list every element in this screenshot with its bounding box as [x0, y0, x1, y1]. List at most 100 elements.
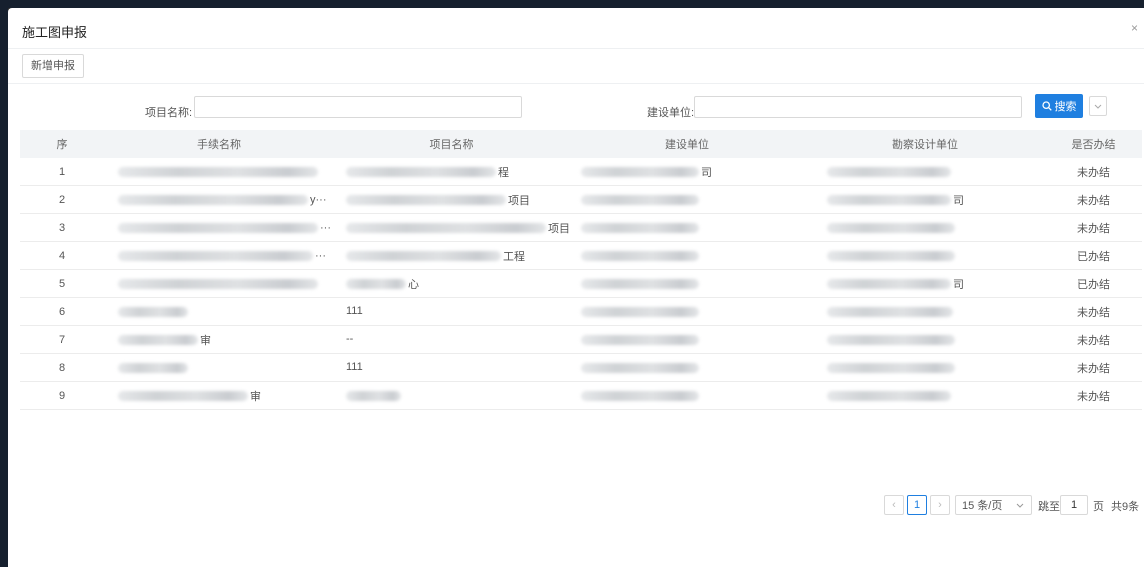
redacted-text: [581, 166, 699, 177]
status-cell: 未办结: [1045, 185, 1142, 214]
redacted-text: [346, 390, 401, 401]
redacted-text: [581, 306, 699, 317]
page-1-button[interactable]: 1: [907, 495, 927, 515]
procedure-cell: ···: [104, 241, 334, 270]
project-cell: 心: [334, 269, 569, 298]
redacted-text: [827, 250, 955, 261]
redacted-text: [581, 250, 699, 261]
design-unit-cell: 司: [805, 269, 1045, 298]
project-cell: 111: [334, 297, 569, 326]
table-row[interactable]: 3 ··· 项目 未办结: [20, 213, 1142, 242]
design-unit-cell: [805, 158, 1045, 186]
add-declaration-button[interactable]: 新增申报: [22, 54, 84, 78]
unit-cell: [569, 297, 805, 326]
procedure-cell: 审: [104, 381, 334, 410]
declaration-modal: 施工图申报 × 新增申报 项目名称: 建设单位: 搜索 序 手续名称 项目名称 …: [8, 8, 1144, 567]
search-form: 项目名称: 建设单位: 搜索: [8, 83, 1144, 133]
unit-cell: [569, 353, 805, 382]
window-frame-top: [0, 0, 1144, 8]
table-row[interactable]: 1 程 司 未办结: [20, 158, 1142, 186]
status-cell: 已办结: [1045, 241, 1142, 270]
seq-cell: 6: [20, 297, 104, 326]
redacted-text: [346, 166, 496, 177]
redacted-text: [827, 362, 955, 373]
project-cell: 项目: [334, 213, 569, 242]
modal-header: 施工图申报 ×: [8, 8, 1144, 49]
redacted-text: [118, 334, 198, 345]
project-cell: [334, 381, 569, 410]
redacted-text: [581, 390, 699, 401]
procedure-cell: ···: [104, 213, 334, 242]
status-cell: 未办结: [1045, 325, 1142, 354]
total-count: 共9条: [1111, 501, 1140, 513]
table-row[interactable]: 4 ··· 工程 已办结: [20, 241, 1142, 270]
project-name-text: --: [346, 333, 354, 346]
project-name-input[interactable]: [194, 96, 522, 118]
expand-search-button[interactable]: [1089, 96, 1107, 116]
close-icon[interactable]: ×: [1131, 22, 1138, 34]
redacted-text: [581, 194, 699, 205]
status-cell: 未办结: [1045, 297, 1142, 326]
column-header-seq: 序: [20, 130, 104, 158]
page-unit-label: 页: [1093, 501, 1104, 513]
goto-label: 跳至: [1038, 501, 1060, 513]
project-cell: 程: [334, 158, 569, 186]
status-cell: 未办结: [1045, 213, 1142, 242]
table-row[interactable]: 8 111 未办结: [20, 353, 1142, 382]
redacted-text: [118, 194, 308, 205]
prev-page-button[interactable]: ‹: [884, 495, 904, 515]
declaration-table: 序 手续名称 项目名称 建设单位 勘察设计单位 是否办结 1 程 司 未办结 2…: [20, 130, 1142, 410]
design-unit-cell: [805, 325, 1045, 354]
chevron-down-icon: [1016, 503, 1024, 508]
procedure-cell: [104, 158, 334, 186]
redacted-text: [118, 390, 248, 401]
project-cell: 111: [334, 353, 569, 382]
table-row[interactable]: 7 审 -- 未办结: [20, 325, 1142, 354]
redacted-text: [827, 166, 951, 177]
unit-cell: 司: [569, 158, 805, 186]
unit-cell: [569, 241, 805, 270]
chevron-down-icon: [1094, 104, 1102, 109]
unit-cell: [569, 213, 805, 242]
status-cell: 未办结: [1045, 353, 1142, 382]
search-icon: [1041, 101, 1052, 111]
pagination: ‹ 1 › 15 条/页 跳至 页 共9条: [8, 495, 1144, 515]
procedure-cell: [104, 353, 334, 382]
status-cell: 已办结: [1045, 269, 1142, 298]
project-cell: --: [334, 325, 569, 354]
table-row[interactable]: 6 111 未办结: [20, 297, 1142, 326]
redacted-text: [581, 278, 699, 289]
seq-cell: 9: [20, 381, 104, 410]
seq-cell: 3: [20, 213, 104, 242]
redacted-text: [118, 306, 188, 317]
column-header-design-unit: 勘察设计单位: [805, 130, 1045, 158]
redacted-text: [827, 306, 953, 317]
table-row[interactable]: 9 审 未办结: [20, 381, 1142, 410]
redacted-text: [346, 222, 546, 233]
redacted-text: [118, 362, 188, 373]
seq-cell: 7: [20, 325, 104, 354]
seq-cell: 8: [20, 353, 104, 382]
project-cell: 项目: [334, 185, 569, 214]
modal-title: 施工图申报: [22, 25, 88, 40]
goto-page-input[interactable]: [1060, 495, 1088, 515]
search-button[interactable]: 搜索: [1035, 94, 1083, 118]
table-row[interactable]: 2 y··· 项目 司 未办结: [20, 185, 1142, 214]
redacted-text: [118, 222, 318, 233]
next-page-button[interactable]: ›: [930, 495, 950, 515]
procedure-cell: [104, 269, 334, 298]
table-header: 序 手续名称 项目名称 建设单位 勘察设计单位 是否办结: [20, 130, 1142, 158]
seq-cell: 4: [20, 241, 104, 270]
project-cell: 工程: [334, 241, 569, 270]
redacted-text: [827, 194, 951, 205]
table-row[interactable]: 5 心 司 已办结: [20, 269, 1142, 298]
procedure-cell: 审: [104, 325, 334, 354]
status-cell: 未办结: [1045, 381, 1142, 410]
column-header-unit: 建设单位: [569, 130, 805, 158]
redacted-text: [118, 250, 313, 261]
design-unit-cell: [805, 213, 1045, 242]
column-header-project: 项目名称: [334, 130, 569, 158]
page-size-select[interactable]: 15 条/页: [955, 495, 1032, 515]
construction-unit-input[interactable]: [694, 96, 1022, 118]
window-frame-left: [0, 0, 8, 567]
